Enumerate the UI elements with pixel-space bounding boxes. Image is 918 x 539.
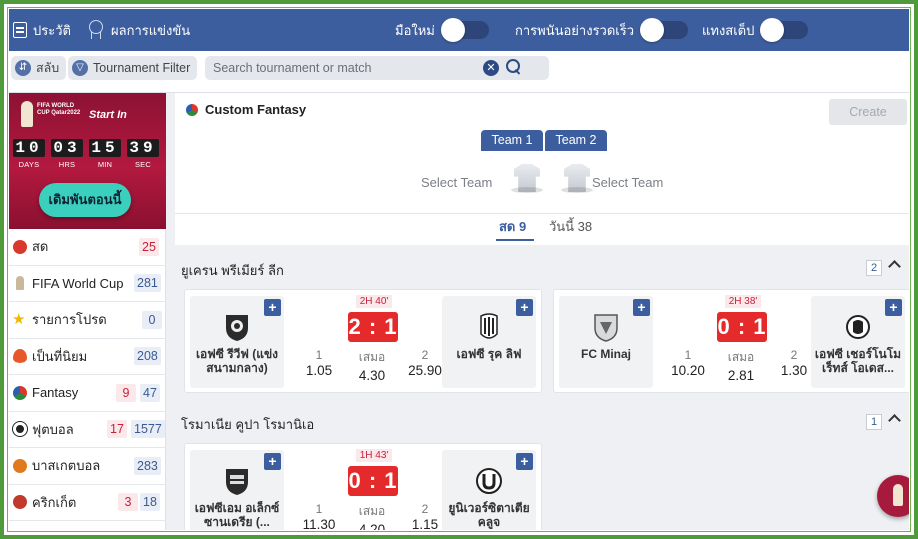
page-frame-line — [7, 7, 911, 532]
